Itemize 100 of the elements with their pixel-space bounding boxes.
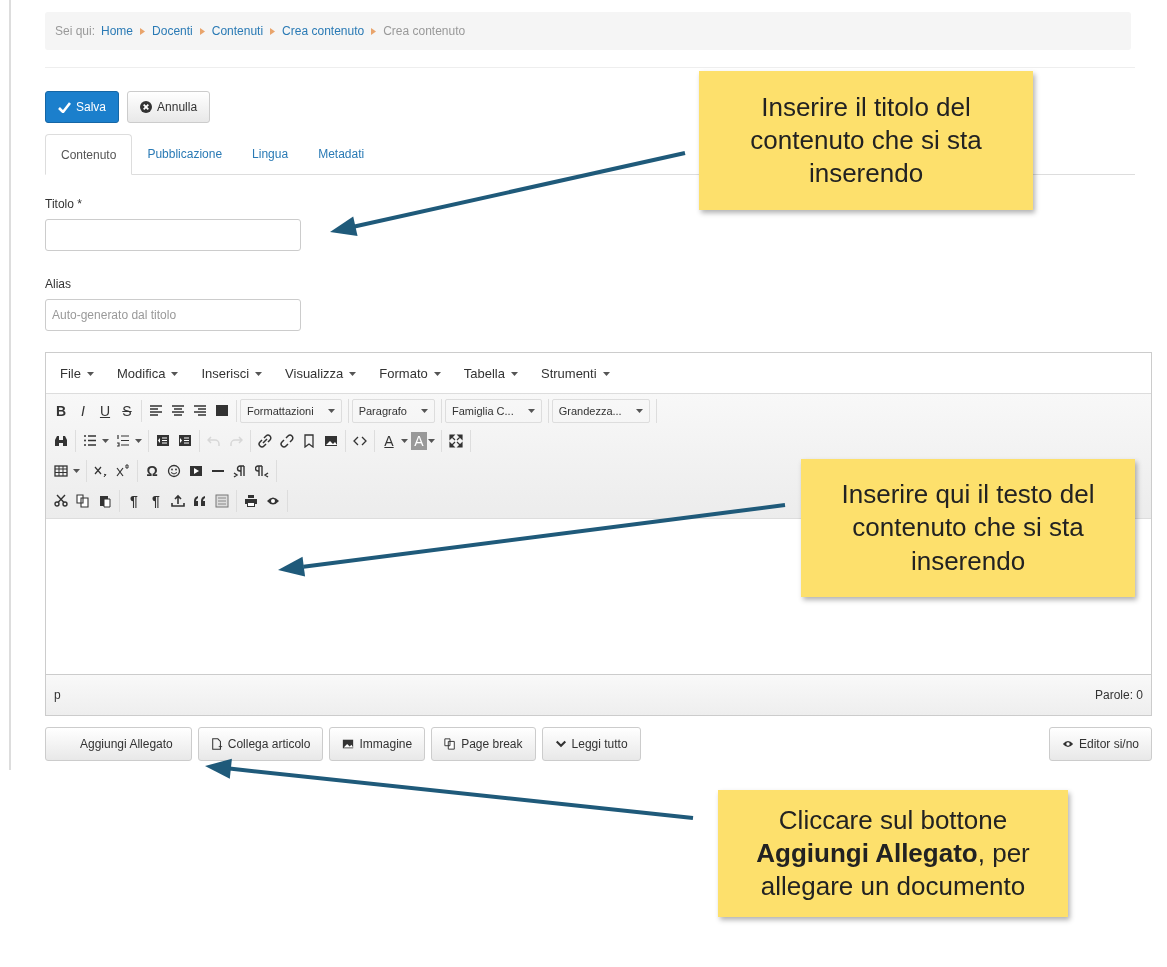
fullscreen-icon xyxy=(449,434,463,448)
dropdown[interactable]: Paragrafo xyxy=(351,399,435,423)
link-icon xyxy=(258,434,272,448)
callout-tooltip: Inserire qui il testo del contenuto che si sta inserendo xyxy=(801,459,1135,597)
image-icon xyxy=(324,434,338,448)
toolbar-button[interactable]: U xyxy=(94,400,116,422)
editor-button[interactable]: Leggi tutto xyxy=(541,727,641,761)
tab[interactable]: Contenuto xyxy=(45,134,133,175)
toolbar-button[interactable]: B xyxy=(50,400,72,422)
menu-item[interactable]: Inserisci xyxy=(201,365,263,381)
binoculars-icon xyxy=(54,434,68,448)
field-label: Alias xyxy=(45,277,72,291)
menu-item[interactable]: Formato xyxy=(379,365,441,381)
upload-icon xyxy=(171,494,185,508)
menu-item[interactable]: Tabella xyxy=(463,365,518,381)
caret-icon xyxy=(433,372,441,377)
dropdown[interactable]: Grandezza... xyxy=(551,399,650,423)
cancel-button[interactable]: Annulla xyxy=(127,91,211,123)
editor-button[interactable]: Immagine xyxy=(329,727,426,761)
field-label: Titolo * xyxy=(45,197,83,211)
save-button[interactable]: Salva xyxy=(45,91,120,123)
caret-icon[interactable] xyxy=(73,469,80,473)
superscript-icon xyxy=(116,464,130,478)
caret-icon[interactable] xyxy=(102,439,109,443)
breadcrumb-arrow-icon xyxy=(199,27,205,35)
numbered-list-icon xyxy=(116,434,130,448)
smiley-icon xyxy=(167,464,181,478)
text-field[interactable] xyxy=(45,219,301,251)
chevron-down-icon xyxy=(554,738,567,750)
copy-icon xyxy=(444,738,457,750)
close-icon xyxy=(140,101,153,113)
outdent-icon xyxy=(156,434,170,448)
template-icon xyxy=(215,494,229,508)
align-left-icon xyxy=(149,404,163,418)
align-right-icon xyxy=(193,404,207,418)
subscript-icon xyxy=(94,464,108,478)
code-icon xyxy=(353,434,367,448)
breadcrumb-prefix: Sei qui: xyxy=(55,24,96,38)
scissors-icon xyxy=(54,494,68,508)
element-path: p xyxy=(54,688,61,702)
toolbar-button[interactable]: ¶ xyxy=(123,490,145,512)
dropdown[interactable]: Formattazioni xyxy=(240,399,342,423)
editor-button[interactable]: Page break xyxy=(431,727,536,761)
document-icon xyxy=(210,738,223,750)
caret-icon[interactable] xyxy=(428,439,435,443)
redo-icon xyxy=(229,434,243,448)
editor-button[interactable]: Editor si/no xyxy=(1048,727,1152,761)
checkmark-icon xyxy=(58,101,71,113)
menu-item[interactable]: File xyxy=(60,365,94,381)
menu-item[interactable]: Modifica xyxy=(116,365,179,381)
tab[interactable]: Lingua xyxy=(237,134,304,174)
caret-icon xyxy=(602,372,610,377)
caret-icon xyxy=(527,409,535,413)
caret-icon xyxy=(171,372,179,377)
caret-icon xyxy=(255,372,263,377)
menu-item[interactable]: Visualizza xyxy=(285,365,357,381)
image-icon xyxy=(342,738,355,750)
breadcrumb-link[interactable]: Docenti xyxy=(152,24,193,38)
film-icon xyxy=(189,464,203,478)
toolbar-button[interactable]: A xyxy=(378,430,400,452)
editor-button[interactable]: Aggiungi Allegato xyxy=(45,727,192,761)
pilcrow-arrow-icon xyxy=(255,464,269,478)
menu-item[interactable]: Strumenti xyxy=(540,365,610,381)
caret-icon xyxy=(349,372,357,377)
text-field[interactable]: Auto-generato dal titolo xyxy=(45,299,301,331)
undo-icon xyxy=(207,434,221,448)
quote-icon xyxy=(193,494,207,508)
breadcrumb-current: Crea contenuto xyxy=(383,24,466,38)
pilcrow-arrow-icon xyxy=(233,464,247,478)
eye-icon xyxy=(1061,738,1074,750)
printer-icon xyxy=(244,494,258,508)
caret-icon[interactable] xyxy=(401,439,408,443)
toolbar-button[interactable]: I xyxy=(72,400,94,422)
tab[interactable]: Metadati xyxy=(303,134,380,174)
bullet-list-icon xyxy=(83,434,97,448)
caret-icon xyxy=(327,409,335,413)
copy-icon xyxy=(76,494,90,508)
caret-icon[interactable] xyxy=(135,439,142,443)
breadcrumb-arrow-icon xyxy=(140,27,146,35)
editor-button[interactable]: Collega articolo xyxy=(197,727,324,761)
unlink-icon xyxy=(280,434,294,448)
dropdown[interactable]: Famiglia C... xyxy=(444,399,542,423)
breadcrumb-link[interactable]: Contenuti xyxy=(211,24,264,38)
word-count: Parole: 0 xyxy=(1094,688,1143,702)
callout-tooltip: Cliccare sul bottone Aggiungi Allegato, per allegare un documento xyxy=(718,790,1068,918)
clipboard-icon xyxy=(98,494,112,508)
bookmark-icon xyxy=(302,434,316,448)
breadcrumb-link[interactable]: Crea contenuto xyxy=(282,24,365,38)
align-center-icon xyxy=(171,404,185,418)
caret-icon xyxy=(420,409,428,413)
toolbar-button[interactable]: S xyxy=(116,400,138,422)
toolbar-button[interactable]: Ω xyxy=(141,460,163,482)
breadcrumb-link[interactable]: Home xyxy=(101,24,134,38)
tab[interactable]: Pubblicazione xyxy=(132,134,238,174)
breadcrumb-arrow-icon xyxy=(270,27,276,35)
breadcrumb-arrow-icon xyxy=(371,27,377,35)
caret-icon xyxy=(635,409,643,413)
toolbar-button[interactable]: ¶ xyxy=(145,490,167,512)
justify-icon xyxy=(215,404,229,418)
caret-icon xyxy=(510,372,518,377)
